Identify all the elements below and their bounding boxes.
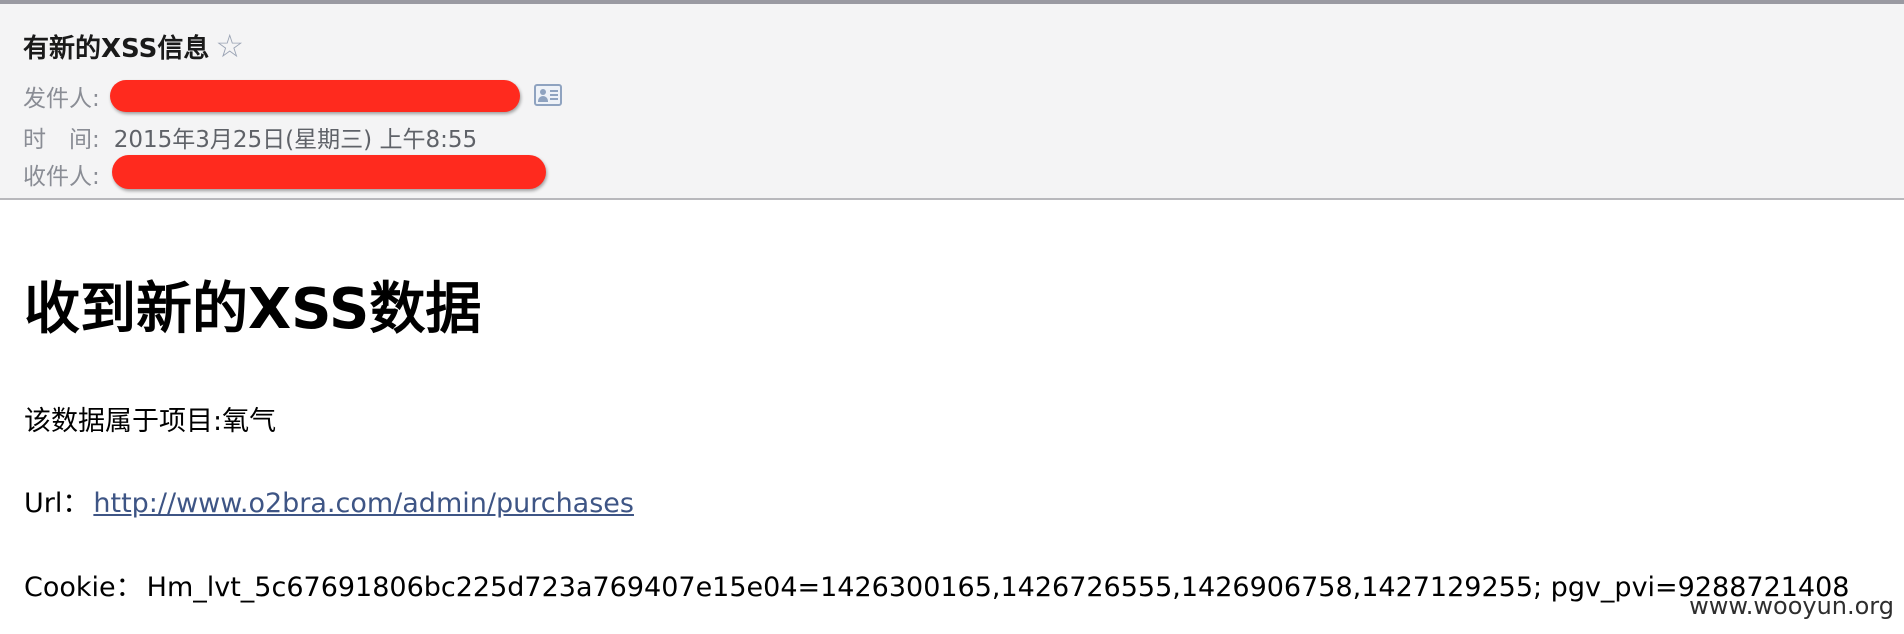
star-icon[interactable]: ☆ xyxy=(215,30,244,62)
sender-label: 发件人: xyxy=(23,86,100,112)
mail-body-title: 收到新的XSS数据 xyxy=(24,277,482,342)
url-label: Url： xyxy=(24,488,90,519)
url-link[interactable]: http://www.o2bra.com/admin/purchases xyxy=(93,488,634,519)
watermark: www.wooyun.org xyxy=(1689,592,1894,620)
contact-card-icon[interactable] xyxy=(534,84,562,106)
recipient-label: 收件人: xyxy=(23,164,100,190)
subject-row: 有新的XSS信息 ☆ xyxy=(23,26,244,66)
recipient-row: 收件人: xyxy=(23,156,100,192)
url-line: Url： http://www.o2bra.com/admin/purchases xyxy=(24,488,634,520)
recipient-redaction xyxy=(112,155,546,189)
cookie-line: Cookie： Hm_lvt_5c67691806bc225d723a769407… xyxy=(24,572,1849,604)
cookie-label: Cookie： xyxy=(24,572,143,603)
mail-subject: 有新的XSS信息 xyxy=(23,33,210,64)
time-value: 2015年3月25日(星期三) 上午8:55 xyxy=(113,127,478,153)
sender-row: 发件人: xyxy=(23,78,100,114)
sender-redaction xyxy=(110,80,520,112)
time-label: 时 间: xyxy=(23,127,100,153)
time-row: 时 间: 2015年3月25日(星期三) 上午8:55 xyxy=(23,119,477,155)
mail-header: 有新的XSS信息 ☆ 发件人: 时 间: 2015年3月25日(星期三) 上午8… xyxy=(0,4,1904,200)
cookie-value: Hm_lvt_5c67691806bc225d723a769407e15e04=… xyxy=(146,572,1850,603)
project-line: 该数据属于项目:氧气 xyxy=(24,406,277,437)
